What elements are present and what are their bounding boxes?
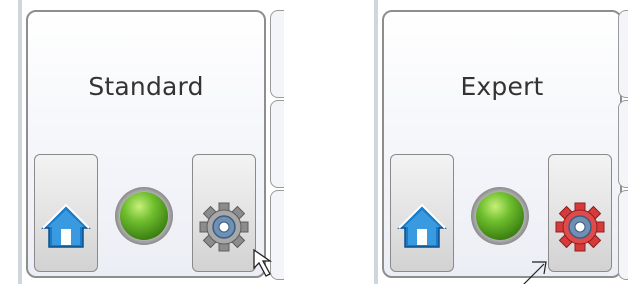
house-icon [41, 203, 91, 248]
settings-button[interactable] [192, 154, 256, 272]
side-tab[interactable] [270, 190, 284, 280]
screen-edge [18, 0, 22, 284]
side-tab[interactable] [618, 100, 628, 188]
home-button[interactable] [390, 154, 454, 272]
side-tab[interactable] [618, 190, 628, 280]
side-tab[interactable] [270, 100, 284, 188]
mode-panel-standard: Standard [26, 10, 266, 278]
status-led [471, 187, 529, 245]
house-icon [397, 203, 447, 248]
status-led [115, 187, 173, 245]
mode-comparison: Standard Expert [0, 0, 628, 284]
mode-title: Standard [88, 72, 204, 101]
mode-title: Expert [460, 72, 544, 101]
home-button[interactable] [34, 154, 98, 272]
gear-icon [555, 202, 605, 252]
side-tab[interactable] [270, 10, 284, 98]
settings-button[interactable] [548, 154, 612, 272]
screen-edge [374, 0, 378, 284]
standard-mode-screen: Standard [18, 0, 284, 284]
gear-icon [199, 202, 249, 252]
expert-mode-screen: Expert [374, 0, 628, 284]
mode-panel-expert: Expert [382, 10, 622, 278]
side-tab[interactable] [618, 10, 628, 98]
